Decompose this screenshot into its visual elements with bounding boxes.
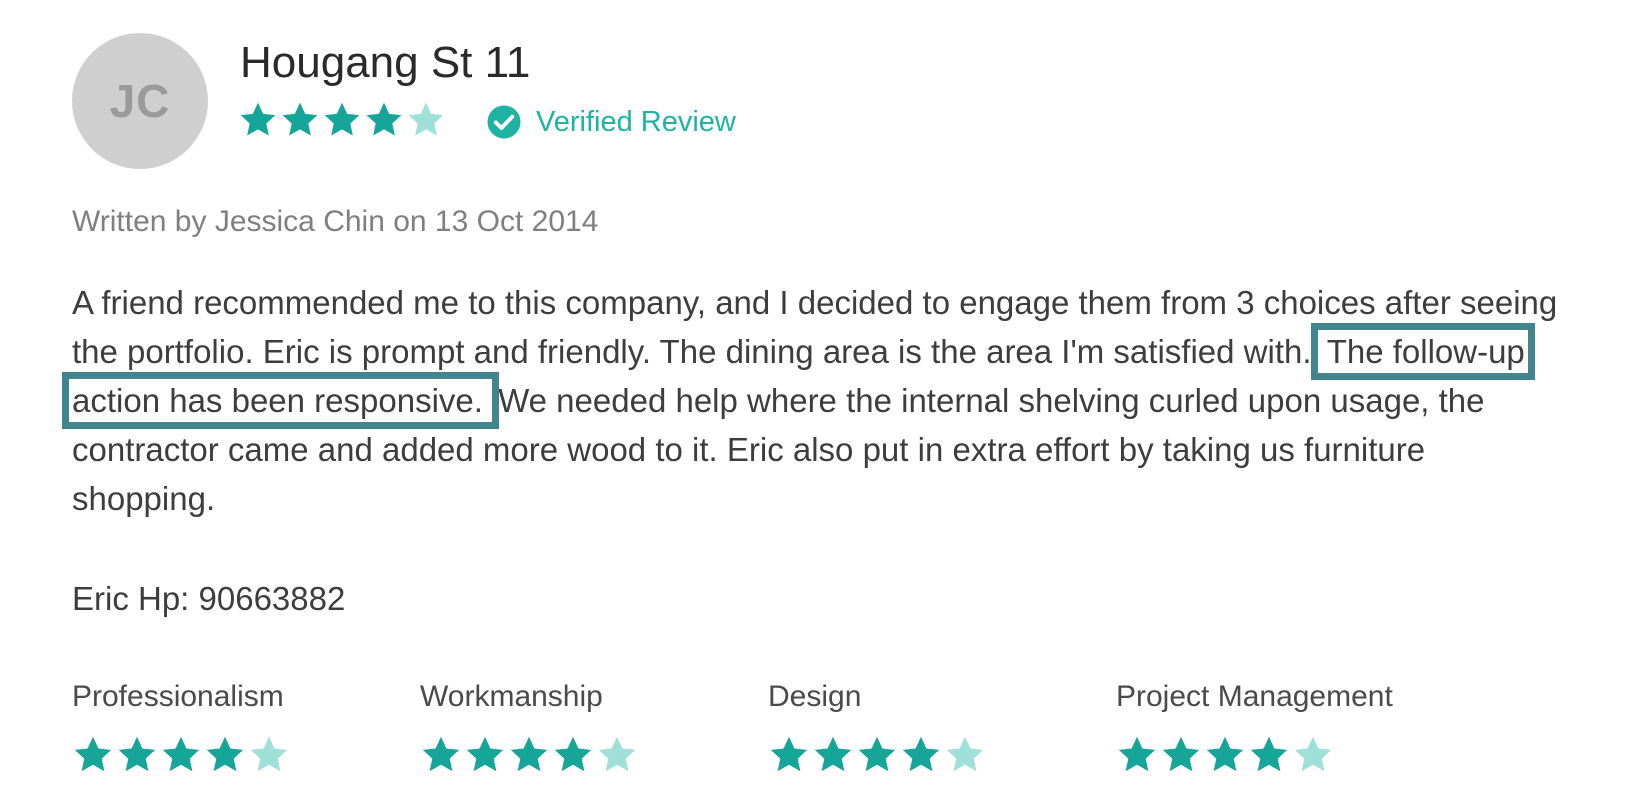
star-icon: [206, 736, 244, 772]
star-icon: [1294, 736, 1332, 772]
category-design: Design: [768, 680, 986, 776]
star-icon: [858, 736, 896, 772]
review-body: A friend recommended me to this company,…: [62, 278, 1572, 523]
star-icon: [324, 102, 360, 136]
star-icon: [118, 736, 156, 772]
star-icon: [554, 736, 592, 772]
star-icon: [1206, 736, 1244, 772]
category-label: Design: [768, 680, 862, 713]
star-icon: [74, 736, 112, 772]
review-title: Hougang St 11: [240, 38, 531, 87]
verified-badge: Verified Review: [486, 104, 736, 140]
category-rating-stars: [1116, 734, 1393, 776]
star-icon: [1250, 736, 1288, 772]
review-author-date: Written by Jessica Chin on 13 Oct 2014: [72, 205, 599, 238]
star-icon: [510, 736, 548, 772]
star-icon: [162, 736, 200, 772]
contact-line: Eric Hp: 90663882: [72, 580, 346, 617]
star-icon: [408, 102, 444, 136]
verified-label: Verified Review: [536, 105, 736, 138]
star-icon: [598, 736, 636, 772]
category-label: Professionalism: [72, 680, 284, 713]
star-icon: [946, 736, 984, 772]
check-circle-icon: [487, 105, 521, 139]
star-icon: [366, 102, 402, 136]
category-professionalism: Professionalism: [72, 680, 290, 776]
category-label: Project Management: [1116, 680, 1393, 713]
star-icon: [770, 736, 808, 772]
star-icon: [1118, 736, 1156, 772]
category-project-management: Project Management: [1116, 680, 1393, 776]
star-icon: [814, 736, 852, 772]
category-rating-stars: [420, 734, 638, 776]
star-icon: [466, 736, 504, 772]
star-icon: [240, 102, 276, 136]
star-icon: [1162, 736, 1200, 772]
avatar: JC: [72, 33, 208, 169]
category-workmanship: Workmanship: [420, 680, 638, 776]
star-icon: [282, 102, 318, 136]
star-icon: [422, 736, 460, 772]
category-rating-stars: [72, 734, 290, 776]
category-label: Workmanship: [420, 680, 603, 713]
star-icon: [250, 736, 288, 772]
star-icon: [902, 736, 940, 772]
category-rating-stars: [768, 734, 986, 776]
overall-rating-stars: [238, 100, 446, 140]
